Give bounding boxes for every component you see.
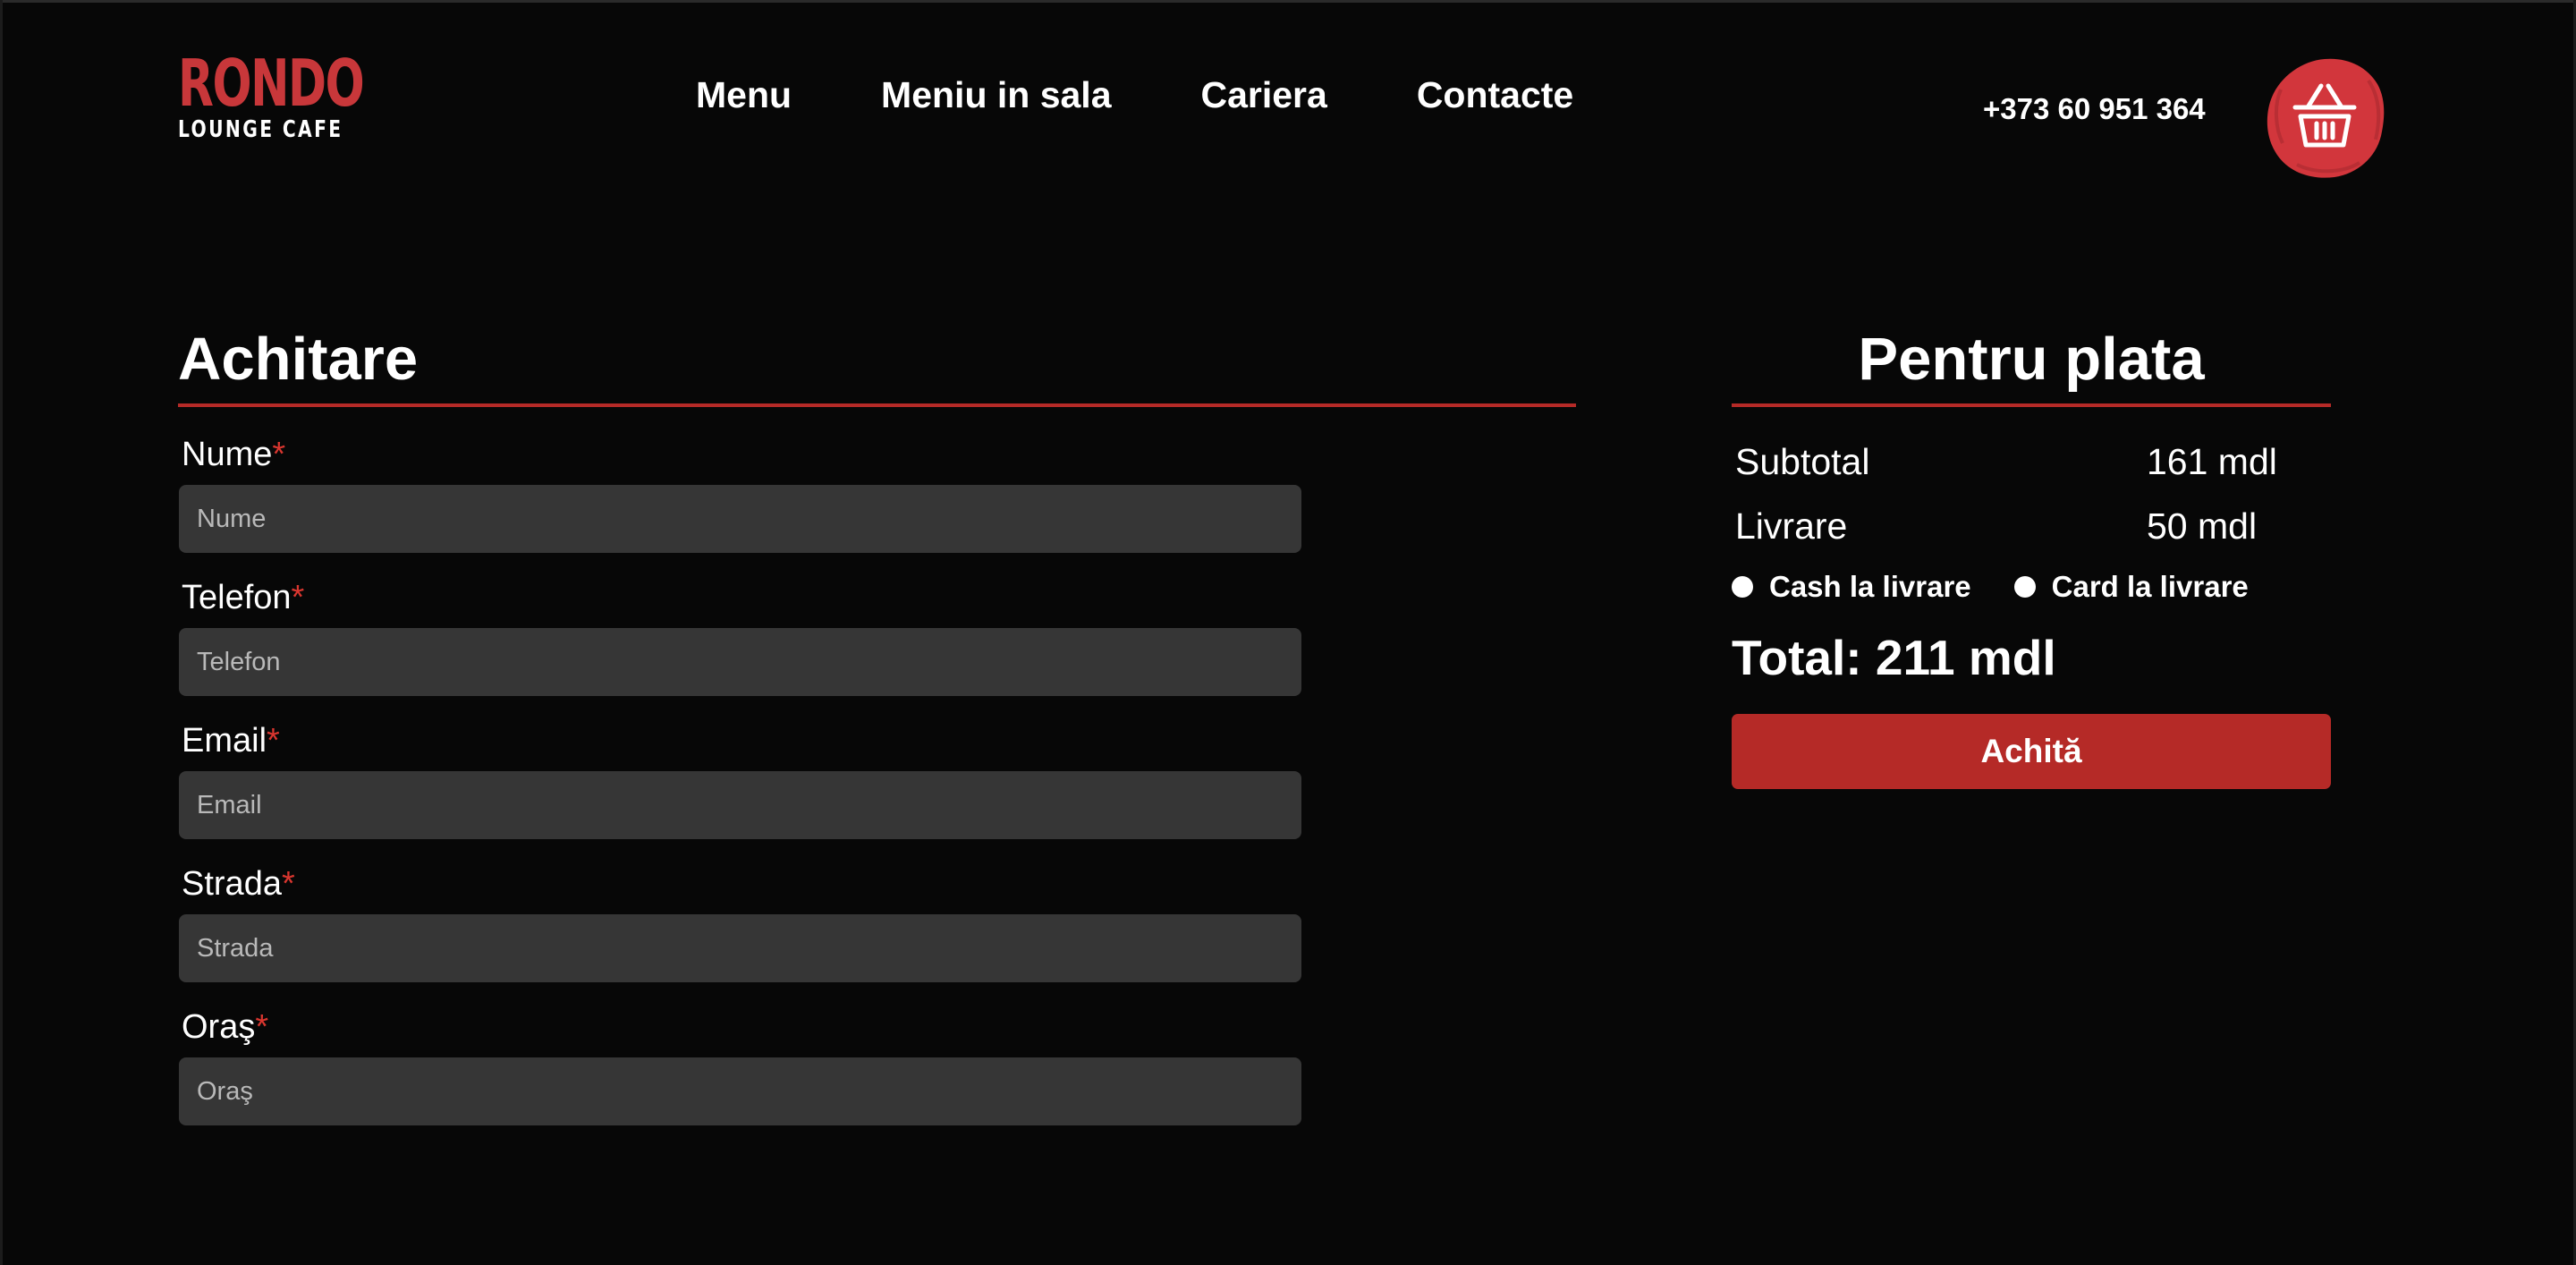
email-field-label: Email* — [182, 722, 280, 760]
subtotal-value: 161 mdl — [2147, 441, 2277, 482]
basket-icon — [2267, 58, 2385, 178]
nav-item-cariera[interactable]: Cariera — [1201, 70, 1327, 120]
subtotal-label: Subtotal — [1735, 441, 1870, 482]
delivery-value: 50 mdl — [2147, 505, 2258, 547]
payment-option-label: Cash la livrare — [1769, 570, 1971, 603]
checkout-title: Achitare — [178, 326, 419, 393]
brand-logo[interactable]: RONDO LOUNGE CAFE — [178, 46, 365, 143]
required-mark: * — [267, 722, 280, 760]
checkout-title-divider — [178, 403, 1576, 407]
street-field-label: Strada* — [182, 865, 295, 903]
payment-option-label: Card la livrare — [2051, 570, 2249, 603]
phone-input[interactable] — [179, 628, 1301, 696]
summary-title-divider — [1732, 403, 2331, 407]
brand-name: RONDO — [178, 46, 365, 121]
phone-number[interactable]: +373 60 951 364 — [1983, 88, 2206, 131]
summary-title: Pentru plata — [1858, 326, 2205, 393]
delivery-label: Livrare — [1735, 505, 1848, 547]
window-top-border — [0, 0, 2576, 3]
pay-button[interactable]: Achită — [1732, 714, 2331, 789]
payment-option-cash[interactable]: Cash la livrare — [1732, 567, 1971, 607]
payment-method-options: Cash la livrare Card la livrare — [1732, 567, 2292, 607]
phone-field-label: Telefon* — [182, 579, 305, 616]
nav-item-contacte[interactable]: Contacte — [1417, 70, 1573, 120]
required-mark: * — [272, 436, 286, 473]
cart-button[interactable] — [2261, 54, 2388, 181]
nav-item-meniu-in-sala[interactable]: Meniu in sala — [881, 70, 1111, 120]
payment-option-card[interactable]: Card la livrare — [2013, 567, 2249, 607]
required-mark: * — [281, 865, 295, 903]
city-input[interactable] — [179, 1057, 1301, 1125]
city-field-label: Oraş* — [182, 1008, 269, 1046]
radio-dot-icon[interactable] — [1732, 576, 1753, 598]
radio-dot-icon[interactable] — [2013, 576, 2036, 598]
required-mark: * — [291, 579, 305, 616]
required-mark: * — [255, 1008, 269, 1046]
name-field-label: Nume* — [182, 436, 286, 473]
order-total: Total: 211 mdl — [1732, 630, 2056, 685]
main-nav: Menu Meniu in sala Cariera Contacte — [696, 70, 1573, 120]
window-left-border — [0, 0, 3, 1265]
street-input[interactable] — [179, 914, 1301, 982]
nav-item-menu[interactable]: Menu — [696, 70, 792, 120]
brand-tagline: LOUNGE CAFE — [178, 116, 343, 143]
name-input[interactable] — [179, 485, 1301, 553]
email-input[interactable] — [179, 771, 1301, 839]
